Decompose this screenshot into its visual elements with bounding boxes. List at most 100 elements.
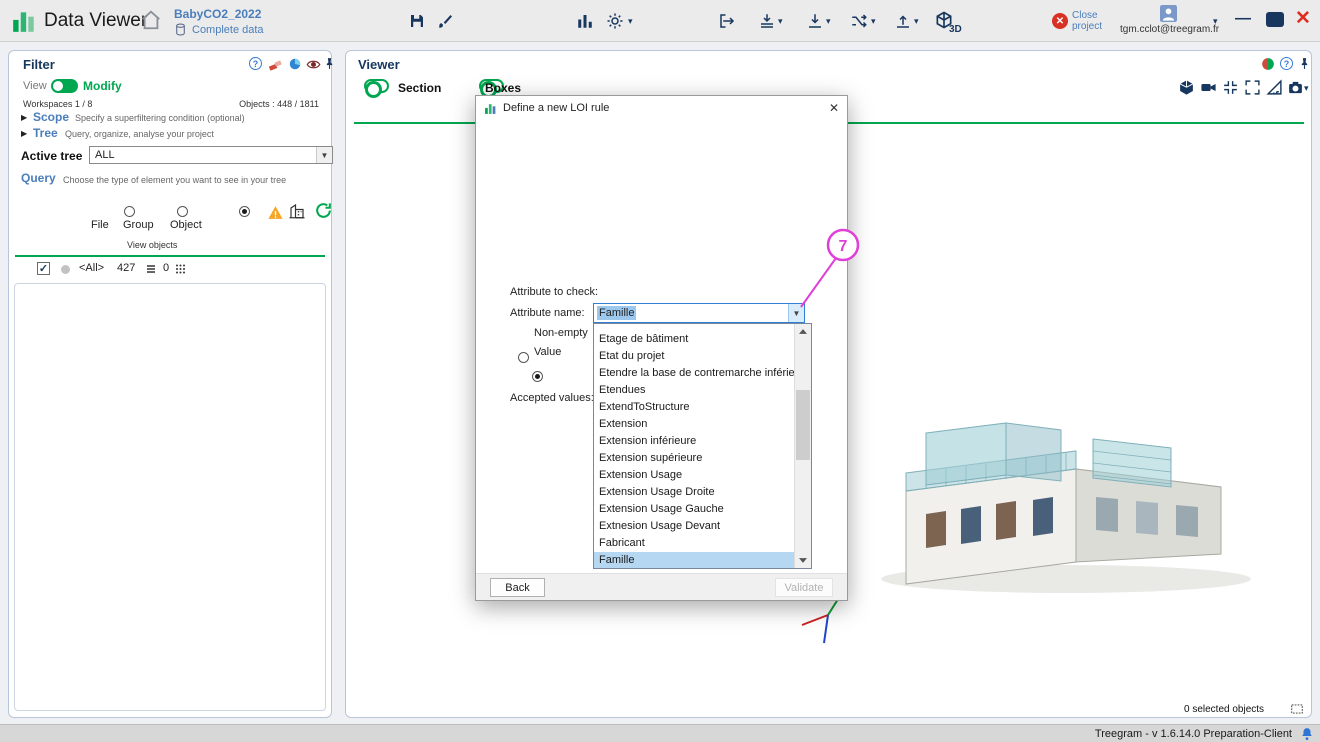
tree-row-label[interactable]: <All> <box>79 262 104 274</box>
bell-icon[interactable] <box>1300 727 1314 741</box>
chevron-down-icon[interactable]: ▾ <box>826 17 831 26</box>
eye-icon[interactable] <box>306 57 321 72</box>
scope-section-label[interactable]: Scope <box>33 110 69 124</box>
dialog-close-icon[interactable]: ✕ <box>829 101 839 115</box>
building-icon[interactable] <box>288 202 306 220</box>
scroll-down-icon[interactable] <box>795 554 811 567</box>
dialog-icon <box>484 102 497 115</box>
dropdown-scrollbar[interactable] <box>794 324 811 568</box>
radio-group-label[interactable]: Group <box>123 219 154 231</box>
dropdown-item[interactable]: Fabricant <box>594 535 794 552</box>
settings-gear-icon[interactable] <box>606 12 624 30</box>
save-icon[interactable] <box>408 12 426 30</box>
user-avatar-icon[interactable] <box>1160 5 1177 22</box>
dropdown-item[interactable]: Extension Usage <box>594 467 794 484</box>
close-project-icon[interactable]: ✕ <box>1052 13 1068 29</box>
dialog-footer: Back Validate <box>476 573 847 600</box>
camera-icon[interactable] <box>1287 79 1304 96</box>
dropdown-item[interactable]: Etat du projet <box>594 348 794 365</box>
dropdown-item[interactable]: Etendues <box>594 382 794 399</box>
pin-icon[interactable] <box>323 57 336 70</box>
dropdown-item[interactable]: Extension Usage Droite <box>594 484 794 501</box>
minimize-icon[interactable]: — <box>1235 10 1251 28</box>
boxes-label: Boxes <box>485 81 521 95</box>
tree-section-label[interactable]: Tree <box>33 126 58 140</box>
query-section-label[interactable]: Query <box>21 171 56 185</box>
warning-icon <box>267 204 284 221</box>
video-camera-icon[interactable] <box>1200 79 1217 96</box>
selection-box-icon[interactable] <box>1290 702 1304 716</box>
bar-chart-icon[interactable] <box>576 12 594 30</box>
filter-title: Filter <box>23 57 55 72</box>
tree-content-area[interactable] <box>14 283 326 711</box>
pin-icon[interactable] <box>1298 57 1311 70</box>
import-icon[interactable] <box>718 12 736 30</box>
pie-chart-icon[interactable] <box>288 57 302 71</box>
home-icon[interactable] <box>140 9 162 31</box>
dropdown-item-selected[interactable]: Famille <box>594 552 794 568</box>
scroll-up-icon[interactable] <box>795 325 811 338</box>
chevron-down-icon[interactable]: ▾ <box>914 17 919 26</box>
paint-brush-icon[interactable] <box>437 12 455 30</box>
list-icon[interactable] <box>145 263 157 275</box>
window-close-icon[interactable]: ✕ <box>1295 7 1311 30</box>
project-name[interactable]: BabyCO2_2022 <box>174 7 261 21</box>
dropdown-item[interactable]: Etage de bâtiment <box>594 331 794 348</box>
package-icon[interactable] <box>1178 79 1195 96</box>
chevron-down-icon[interactable]: ▾ <box>778 17 783 26</box>
radio-value[interactable] <box>532 371 543 382</box>
scrollbar-thumb[interactable] <box>796 390 810 460</box>
dropdown-item[interactable]: Extnesion Usage Devant <box>594 518 794 535</box>
measure-icon[interactable] <box>1266 79 1283 96</box>
expand-view-icon[interactable] <box>1244 79 1261 96</box>
dropdown-item[interactable]: Etendre la base de contremarche inférieu… <box>594 365 794 382</box>
3d-building-model[interactable] <box>831 329 1261 609</box>
label-3d: 3D <box>949 24 962 35</box>
active-tree-select[interactable]: ALL ▼ <box>89 146 333 164</box>
dropdown-item[interactable]: Extension supérieure <box>594 450 794 467</box>
collapse-view-icon[interactable] <box>1222 79 1239 96</box>
download-icon[interactable] <box>806 12 824 30</box>
validate-button[interactable]: Validate <box>775 578 833 597</box>
radio-group[interactable] <box>177 206 188 217</box>
close-project-label[interactable]: Close project <box>1072 10 1114 32</box>
user-email[interactable]: tgm.cclot@treegram.fr <box>1120 24 1219 35</box>
radio-file-label[interactable]: File <box>91 219 109 231</box>
radio-value-label[interactable]: Value <box>534 346 561 358</box>
radio-object[interactable] <box>239 206 250 217</box>
expander-icon[interactable]: ▶ <box>21 129 27 138</box>
chevron-down-icon[interactable]: ▼ <box>788 304 804 322</box>
app-title: Data Viewer <box>44 10 147 32</box>
dialog-titlebar[interactable]: Define a new LOI rule ✕ <box>476 96 847 120</box>
chevron-down-icon[interactable]: ▾ <box>628 17 633 26</box>
radio-non-empty-label[interactable]: Non-empty <box>534 327 588 339</box>
dropdown-item[interactable]: Extension Usage Gauche <box>594 501 794 518</box>
chevron-down-icon[interactable]: ▾ <box>1304 84 1309 93</box>
chevron-down-icon[interactable]: ▾ <box>871 17 876 26</box>
section-color-icon[interactable] <box>1261 57 1275 71</box>
refresh-icon[interactable] <box>314 201 333 220</box>
chevron-down-icon[interactable]: ▾ <box>1213 17 1218 26</box>
attribute-name-combobox[interactable]: Famille ▼ <box>593 303 805 323</box>
shuffle-icon[interactable] <box>850 12 868 30</box>
expander-icon[interactable]: ▶ <box>21 113 27 122</box>
radio-object-label[interactable]: Object <box>170 219 202 231</box>
dropdown-item[interactable]: ExtendToStructure <box>594 399 794 416</box>
grid-icon[interactable] <box>174 263 186 275</box>
download-all-icon[interactable] <box>758 12 776 30</box>
back-button[interactable]: Back <box>490 578 545 597</box>
maximize-icon[interactable] <box>1266 12 1284 27</box>
view-modify-toggle[interactable] <box>51 79 78 93</box>
radio-non-empty[interactable] <box>518 352 529 363</box>
dropdown-item[interactable]: Extension inférieure <box>594 433 794 450</box>
help-icon[interactable]: ? <box>249 57 262 70</box>
tree-row-checkbox[interactable]: ✓ <box>37 262 50 275</box>
section-toggle[interactable] <box>364 79 389 93</box>
dropdown-item-clipped[interactable] <box>594 324 794 331</box>
radio-file[interactable] <box>124 206 135 217</box>
app-window: { "header": { "app_title": "Data Viewer"… <box>0 0 1320 742</box>
upload-icon[interactable] <box>894 12 912 30</box>
eraser-icon[interactable] <box>268 57 283 72</box>
dropdown-item[interactable]: Extension <box>594 416 794 433</box>
help-icon[interactable]: ? <box>1280 57 1293 70</box>
